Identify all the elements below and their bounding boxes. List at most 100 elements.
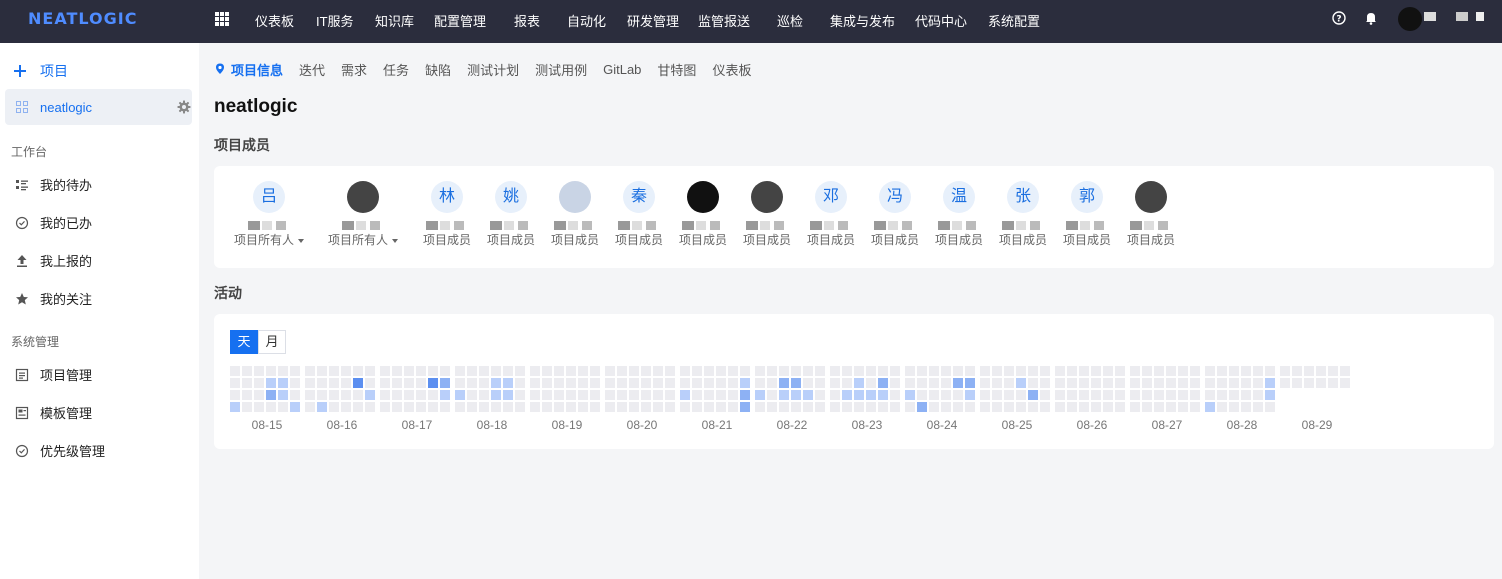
heatmap-cell[interactable] — [503, 378, 513, 388]
heatmap-cell[interactable] — [1253, 390, 1263, 400]
heatmap-cell[interactable] — [929, 378, 939, 388]
add-project-button[interactable]: 项目 — [14, 61, 68, 81]
tab-bug[interactable]: 缺陷 — [425, 60, 451, 79]
heatmap-cell[interactable] — [842, 402, 852, 412]
heatmap-cell[interactable] — [704, 378, 714, 388]
heatmap-cell[interactable] — [1130, 378, 1140, 388]
heatmap-cell[interactable] — [917, 378, 927, 388]
heatmap-cell[interactable] — [1205, 390, 1215, 400]
heatmap-cell[interactable] — [965, 402, 975, 412]
heatmap-cell[interactable] — [1028, 390, 1038, 400]
heatmap-cell[interactable] — [578, 402, 588, 412]
heatmap-cell[interactable] — [1103, 390, 1113, 400]
heatmap-cell[interactable] — [530, 378, 540, 388]
heatmap-cell[interactable] — [704, 366, 714, 376]
tab-dashboard[interactable]: 仪表板 — [712, 60, 751, 79]
heatmap-cell[interactable] — [941, 366, 951, 376]
heatmap-cell[interactable] — [392, 402, 402, 412]
heatmap-cell[interactable] — [341, 366, 351, 376]
heatmap-cell[interactable] — [917, 390, 927, 400]
heatmap-cell[interactable] — [515, 402, 525, 412]
heatmap-cell[interactable] — [554, 378, 564, 388]
heatmap-cell[interactable] — [1205, 366, 1215, 376]
heatmap-cell[interactable] — [1190, 402, 1200, 412]
heatmap-cell[interactable] — [779, 378, 789, 388]
heatmap-cell[interactable] — [530, 366, 540, 376]
heatmap-cell[interactable] — [467, 390, 477, 400]
heatmap-cell[interactable] — [329, 378, 339, 388]
heatmap-cell[interactable] — [1079, 378, 1089, 388]
heatmap-cell[interactable] — [878, 402, 888, 412]
heatmap-cell[interactable] — [1217, 378, 1227, 388]
heatmap-cell[interactable] — [779, 402, 789, 412]
heatmap-cell[interactable] — [530, 402, 540, 412]
heatmap-cell[interactable] — [830, 378, 840, 388]
member-card[interactable]: 郭项目成员 — [1052, 181, 1122, 248]
heatmap-cell[interactable] — [815, 378, 825, 388]
heatmap-cell[interactable] — [1055, 378, 1065, 388]
heatmap-cell[interactable] — [878, 390, 888, 400]
heatmap-cell[interactable] — [1265, 378, 1275, 388]
heatmap-cell[interactable] — [842, 378, 852, 388]
heatmap-cell[interactable] — [566, 378, 576, 388]
heatmap-cell[interactable] — [965, 366, 975, 376]
heatmap-cell[interactable] — [1178, 402, 1188, 412]
heatmap-cell[interactable] — [278, 402, 288, 412]
heatmap-cell[interactable] — [728, 366, 738, 376]
heatmap-cell[interactable] — [941, 402, 951, 412]
nav-rdm[interactable]: 研发管理 — [627, 11, 679, 30]
tab-project-info[interactable]: 项目信息 — [215, 60, 283, 79]
heatmap-cell[interactable] — [629, 390, 639, 400]
heatmap-cell[interactable] — [416, 378, 426, 388]
heatmap-cell[interactable] — [728, 378, 738, 388]
heatmap-cell[interactable] — [1178, 390, 1188, 400]
heatmap-cell[interactable] — [1241, 378, 1251, 388]
sidebar-item-template-manage[interactable]: 模板管理 — [15, 403, 92, 422]
member-card[interactable]: 林项目成员 — [412, 181, 482, 248]
heatmap-cell[interactable] — [428, 378, 438, 388]
heatmap-cell[interactable] — [605, 366, 615, 376]
heatmap-cell[interactable] — [728, 390, 738, 400]
heatmap-cell[interactable] — [230, 378, 240, 388]
member-card[interactable]: 项目成员 — [540, 181, 610, 248]
heatmap-cell[interactable] — [1265, 390, 1275, 400]
heatmap-cell[interactable] — [953, 390, 963, 400]
heatmap-cell[interactable] — [692, 390, 702, 400]
nav-report[interactable]: 报表 — [514, 11, 540, 30]
heatmap-cell[interactable] — [629, 402, 639, 412]
heatmap-cell[interactable] — [1241, 366, 1251, 376]
heatmap-cell[interactable] — [290, 378, 300, 388]
heatmap-cell[interactable] — [680, 390, 690, 400]
heatmap-cell[interactable] — [503, 390, 513, 400]
heatmap-cell[interactable] — [917, 366, 927, 376]
heatmap-cell[interactable] — [266, 390, 276, 400]
heatmap-cell[interactable] — [1328, 378, 1338, 388]
heatmap-cell[interactable] — [905, 366, 915, 376]
heatmap-cell[interactable] — [1217, 390, 1227, 400]
heatmap-cell[interactable] — [416, 390, 426, 400]
heatmap-cell[interactable] — [905, 378, 915, 388]
heatmap-cell[interactable] — [1304, 366, 1314, 376]
heatmap-cell[interactable] — [617, 378, 627, 388]
heatmap-cell[interactable] — [1253, 378, 1263, 388]
heatmap-cell[interactable] — [1079, 390, 1089, 400]
heatmap-cell[interactable] — [278, 390, 288, 400]
heatmap-cell[interactable] — [1115, 402, 1125, 412]
heatmap-cell[interactable] — [1229, 390, 1239, 400]
heatmap-cell[interactable] — [590, 402, 600, 412]
heatmap-cell[interactable] — [566, 366, 576, 376]
heatmap-cell[interactable] — [980, 366, 990, 376]
heatmap-cell[interactable] — [1205, 402, 1215, 412]
sidebar-item-favorites[interactable]: 我的关注 — [15, 289, 92, 308]
tab-gantt[interactable]: 甘特图 — [657, 60, 696, 79]
heatmap-cell[interactable] — [653, 390, 663, 400]
heatmap-cell[interactable] — [353, 390, 363, 400]
heatmap-cell[interactable] — [1040, 378, 1050, 388]
heatmap-cell[interactable] — [242, 366, 252, 376]
member-card[interactable]: 秦项目成员 — [604, 181, 674, 248]
heatmap-cell[interactable] — [290, 390, 300, 400]
nav-inspection[interactable]: 巡检 — [777, 11, 803, 30]
heatmap-cell[interactable] — [1292, 378, 1302, 388]
heatmap-cell[interactable] — [341, 378, 351, 388]
heatmap-cell[interactable] — [803, 390, 813, 400]
